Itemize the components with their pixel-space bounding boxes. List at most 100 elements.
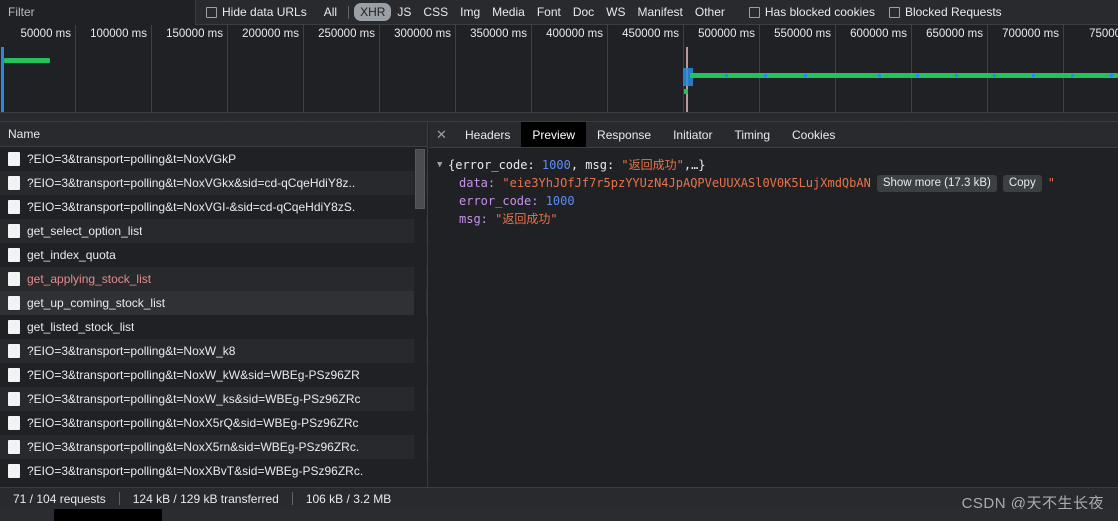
overview-request-dot [878,74,881,77]
table-row[interactable]: get_index_quota [0,243,427,267]
filter-input[interactable]: Filter [0,0,196,25]
timeline-tick: 350000 ms [456,25,532,122]
overview-request-bar [4,58,50,63]
resource-type-filters: All XHR JS CSS Img Media Font Doc WS Man… [318,3,731,21]
request-list-pane: Name ?EIO=3&transport=polling&t=NoxVGkP … [0,122,428,487]
json-summary-suffix: ,…} [683,158,706,172]
json-summary-row[interactable]: ▼ {error_code: 1000, msg: "返回成功",…} [437,156,1118,174]
document-icon [8,272,20,286]
os-taskbar-tile [54,509,162,521]
json-quote-open: " [502,176,510,190]
request-name: ?EIO=3&transport=polling&t=NoxXBvT&sid=W… [27,464,364,478]
resource-filter-img[interactable]: Img [454,3,486,21]
network-filter-toolbar: Filter Hide data URLs All XHR JS CSS Img… [0,0,1118,25]
scrollbar-thumb[interactable] [415,149,425,209]
overview-request-dot [1032,74,1035,77]
document-icon [8,152,20,166]
request-name: ?EIO=3&transport=polling&t=NoxVGkx&sid=c… [27,176,356,190]
status-transferred: 124 kB / 129 kB transferred [132,491,279,506]
timeline-tick: 100000 ms [76,25,152,122]
resource-filter-js[interactable]: JS [391,3,417,21]
overview-request-bar [690,73,1118,78]
request-name: ?EIO=3&transport=polling&t=NoxVGkP [27,152,237,166]
close-icon[interactable]: ✕ [429,122,454,147]
tab-cookies[interactable]: Cookies [781,122,846,147]
table-row[interactable]: ?EIO=3&transport=polling&t=NoxW_kW&sid=W… [0,363,427,387]
request-name: get_listed_stock_list [27,320,135,334]
has-blocked-cookies-label: Has blocked cookies [764,5,875,19]
table-row[interactable]: ?EIO=3&transport=polling&t=NoxW_k8 [0,339,427,363]
table-row[interactable]: ?EIO=3&transport=polling&t=NoxVGkx&sid=c… [0,171,427,195]
overview-request-dot [804,74,807,77]
tab-headers[interactable]: Headers [454,122,521,147]
tab-response[interactable]: Response [586,122,662,147]
document-icon [8,464,20,478]
table-row[interactable]: ?EIO=3&transport=polling&t=NoxVGkP [0,147,427,171]
document-icon [8,176,20,190]
json-value-msg: "返回成功" [495,212,558,226]
request-name: get_select_option_list [27,224,143,238]
filter-placeholder: Filter [8,5,35,19]
table-row[interactable]: ?EIO=3&transport=polling&t=NoxVGI-&sid=c… [0,195,427,219]
tab-initiator[interactable]: Initiator [662,122,723,147]
timeline-tick: 300000 ms [380,25,456,122]
devtools-network-panel: Filter Hide data URLs All XHR JS CSS Img… [0,0,1118,521]
overview-request-dot [1110,74,1113,77]
json-summary-msg: "返回成功" [621,158,684,172]
request-name: get_applying_stock_list [27,272,152,286]
tab-timing[interactable]: Timing [723,122,781,147]
resource-filter-all[interactable]: All [318,3,343,21]
overview-request-dot [1071,74,1074,77]
table-row[interactable]: ?EIO=3&transport=polling&t=NoxW_ks&sid=W… [0,387,427,411]
resource-filter-other[interactable]: Other [689,3,731,21]
document-icon [8,440,20,454]
table-row[interactable]: ?EIO=3&transport=polling&t=NoxX5rn&sid=W… [0,435,427,459]
resource-filter-ws[interactable]: WS [600,3,631,21]
table-row[interactable]: ?EIO=3&transport=polling&t=NoxX5rQ&sid=W… [0,411,427,435]
table-row[interactable]: get_up_coming_stock_list [0,291,427,315]
request-name: ?EIO=3&transport=polling&t=NoxW_kW&sid=W… [27,368,360,382]
request-detail-pane: ✕ Headers Preview Response Initiator Tim… [429,122,1118,487]
document-icon [8,224,20,238]
timeline-tick: 400000 ms [532,25,608,122]
show-more-button[interactable]: Show more (17.3 kB) [876,174,997,192]
hide-data-urls-checkbox[interactable]: Hide data URLs [206,5,307,19]
json-row-data: data: " eie3YhJOfJf7r5pzYYUzN4JpAQPVeUUXA… [437,174,1118,192]
resource-filter-font[interactable]: Font [531,3,567,21]
column-header-name[interactable]: Name [0,122,427,147]
resource-filter-doc[interactable]: Doc [567,3,600,21]
network-status-bar: 71 / 104 requests 124 kB / 129 kB transf… [0,487,1118,509]
resource-filter-xhr[interactable]: XHR [354,3,392,21]
document-icon [8,320,20,334]
resource-filter-manifest[interactable]: Manifest [632,3,689,21]
document-icon [8,248,20,262]
request-list-scrollbar[interactable] [414,147,426,487]
chevron-down-icon[interactable]: ▼ [437,156,447,174]
table-row[interactable]: get_applying_stock_list [0,267,427,291]
divider [348,5,350,19]
table-row[interactable]: ?EIO=3&transport=polling&t=NoxXBvT&sid=W… [0,459,427,483]
status-requests: 71 / 104 requests [13,491,106,506]
timeline-tick: 200000 ms [228,25,304,122]
request-name: get_up_coming_stock_list [27,296,166,310]
overview-selection-left-handle[interactable] [1,47,4,113]
tab-preview[interactable]: Preview [521,122,587,147]
json-summary-code: 1000 [541,158,571,172]
table-row[interactable]: get_select_option_list [0,219,427,243]
checkbox-icon [748,6,760,18]
request-name: ?EIO=3&transport=polling&t=NoxVGI-&sid=c… [27,200,356,214]
detail-tabs: ✕ Headers Preview Response Initiator Tim… [429,122,1118,148]
resource-filter-css[interactable]: CSS [417,3,454,21]
resource-filter-media[interactable]: Media [486,3,531,21]
document-icon [8,368,20,382]
document-icon [8,392,20,406]
overview-request-dot [916,74,919,77]
copy-button[interactable]: Copy [1002,174,1042,192]
blocked-requests-checkbox[interactable]: Blocked Requests [888,5,1002,19]
has-blocked-cookies-checkbox[interactable]: Has blocked cookies [748,5,875,19]
json-key-data: data: [459,176,503,190]
json-key-msg: msg: [459,212,496,226]
table-row[interactable]: get_listed_stock_list [0,315,427,339]
overview-green-marker [684,89,688,94]
network-overview-timeline[interactable]: 50000 ms 100000 ms 150000 ms 200000 ms 2… [0,25,1118,122]
